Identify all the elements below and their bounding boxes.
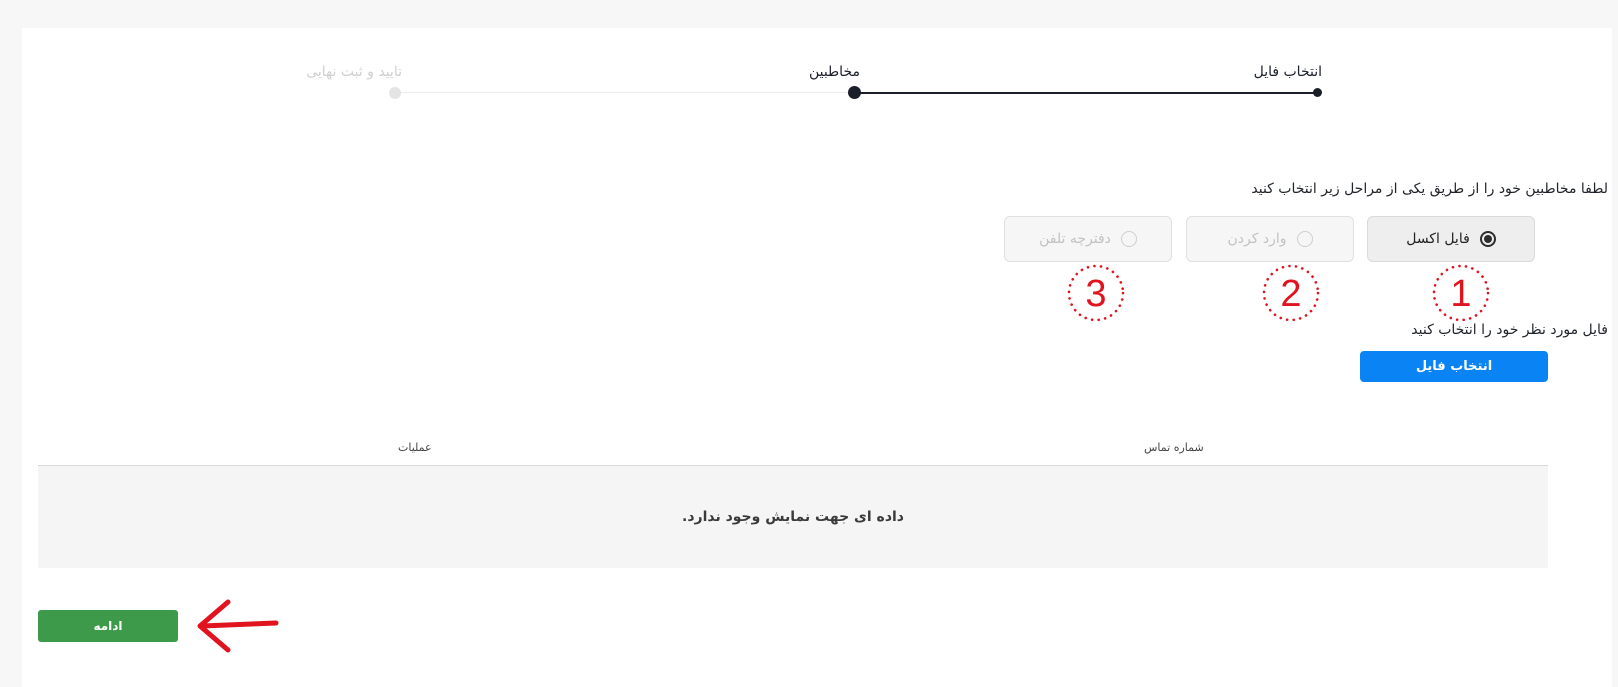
radio-empty-icon[interactable]: [1120, 231, 1137, 247]
step-dot-contacts: [848, 86, 861, 99]
annotation-3: 3: [1065, 262, 1127, 324]
stepper-line-pending: [395, 92, 855, 93]
radio-empty-icon[interactable]: [1296, 231, 1313, 247]
annotation-2: 2: [1260, 262, 1322, 324]
option-label: وارد کردن: [1227, 231, 1287, 247]
option-manual-entry[interactable]: وارد کردن: [1186, 216, 1354, 262]
annotation-1-number: 1: [1450, 273, 1471, 315]
selection-prompt: لطفا مخاطبین خود را از طریق یکی از مراحل…: [1251, 181, 1608, 197]
option-label: دفترچه تلفن: [1039, 231, 1111, 247]
column-header-phone: شماره تماس: [1144, 441, 1204, 454]
arrow-left-icon: [192, 596, 282, 656]
stepper-line-completed: [855, 92, 1318, 94]
option-excel-file[interactable]: فایل اکسل: [1367, 216, 1535, 262]
table-empty-state: داده ای جهت نمایش وجود ندارد.: [38, 466, 1548, 568]
step-label-confirm: تایید و ثبت نهایی: [306, 64, 402, 80]
column-header-actions: عملیات: [398, 441, 432, 454]
option-phonebook[interactable]: دفترچه تلفن: [1004, 216, 1172, 262]
file-select-label: فایل مورد نظر خود را انتخاب کنید: [1411, 322, 1608, 338]
radio-selected-icon[interactable]: [1479, 231, 1496, 247]
step-label-contacts: مخاطبین: [808, 64, 860, 80]
annotation-2-number: 2: [1280, 273, 1301, 315]
continue-button[interactable]: ادامه: [38, 610, 178, 642]
step-dot-select-file: [1313, 88, 1322, 97]
step-dot-confirm: [389, 87, 401, 99]
option-label: فایل اکسل: [1406, 231, 1470, 247]
annotation-1: 1: [1430, 262, 1492, 324]
annotation-3-number: 3: [1085, 273, 1106, 315]
wizard-card: انتخاب فایل مخاطبین تایید و ثبت نهایی لط…: [22, 28, 1612, 687]
choose-file-button[interactable]: انتخاب فایل: [1360, 351, 1548, 382]
step-label-select-file: انتخاب فایل: [1253, 64, 1322, 80]
